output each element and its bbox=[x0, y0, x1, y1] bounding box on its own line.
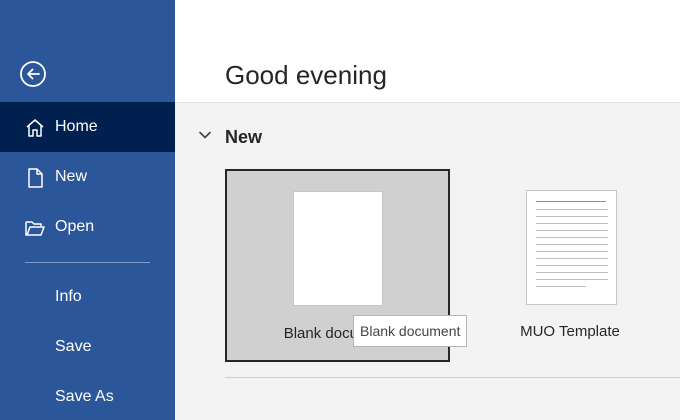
sidebar-item-save-as[interactable]: Save As bbox=[0, 372, 175, 420]
folder-open-icon bbox=[24, 217, 46, 239]
sidebar-item-label: Save bbox=[55, 338, 92, 355]
greeting-header: Good evening bbox=[175, 0, 680, 103]
sidebar-item-open[interactable]: Open bbox=[0, 202, 175, 252]
sidebar-item-label: New bbox=[55, 168, 88, 185]
chevron-down-icon bbox=[199, 131, 211, 139]
thumbnail-line bbox=[536, 216, 608, 217]
template-thumbnail bbox=[293, 191, 383, 306]
template-tile-muo-template[interactable]: MUO Template bbox=[490, 169, 650, 362]
section-divider bbox=[225, 377, 680, 378]
section-title: New bbox=[225, 127, 263, 147]
new-document-icon bbox=[24, 167, 46, 189]
tooltip: Blank document bbox=[353, 315, 468, 347]
back-arrow-icon bbox=[20, 61, 46, 87]
thumbnail-line bbox=[536, 265, 608, 266]
thumbnail-line bbox=[536, 286, 586, 287]
sidebar-item-info[interactable]: Info bbox=[0, 272, 175, 322]
thumbnail-line bbox=[536, 237, 608, 238]
template-label: MUO Template bbox=[520, 323, 620, 340]
thumbnail-line bbox=[536, 244, 608, 245]
thumbnail-line bbox=[536, 251, 608, 252]
thumbnail-line bbox=[536, 201, 606, 202]
thumbnail-line bbox=[536, 258, 608, 259]
backstage-sidebar: Home New Open Info Save Save As bbox=[0, 0, 175, 420]
sidebar-item-new[interactable]: New bbox=[0, 152, 175, 202]
thumbnail-line bbox=[536, 223, 608, 224]
back-button[interactable] bbox=[18, 59, 48, 89]
sidebar-item-label: Save As bbox=[55, 388, 114, 405]
sidebar-item-home[interactable]: Home bbox=[0, 102, 175, 152]
thumbnail-line bbox=[536, 230, 608, 231]
sidebar-item-label: Home bbox=[55, 118, 98, 135]
page-title: Good evening bbox=[225, 60, 387, 90]
thumbnail-line bbox=[536, 272, 608, 273]
section-collapse-toggle[interactable] bbox=[196, 126, 214, 144]
sidebar-item-label: Info bbox=[55, 288, 82, 305]
template-thumbnail bbox=[526, 190, 617, 305]
thumbnail-line bbox=[536, 279, 608, 280]
thumbnail-line bbox=[536, 209, 608, 210]
sidebar-item-save[interactable]: Save bbox=[0, 322, 175, 372]
sidebar-divider bbox=[25, 262, 150, 263]
home-icon bbox=[24, 117, 46, 139]
sidebar-item-label: Open bbox=[55, 218, 95, 235]
